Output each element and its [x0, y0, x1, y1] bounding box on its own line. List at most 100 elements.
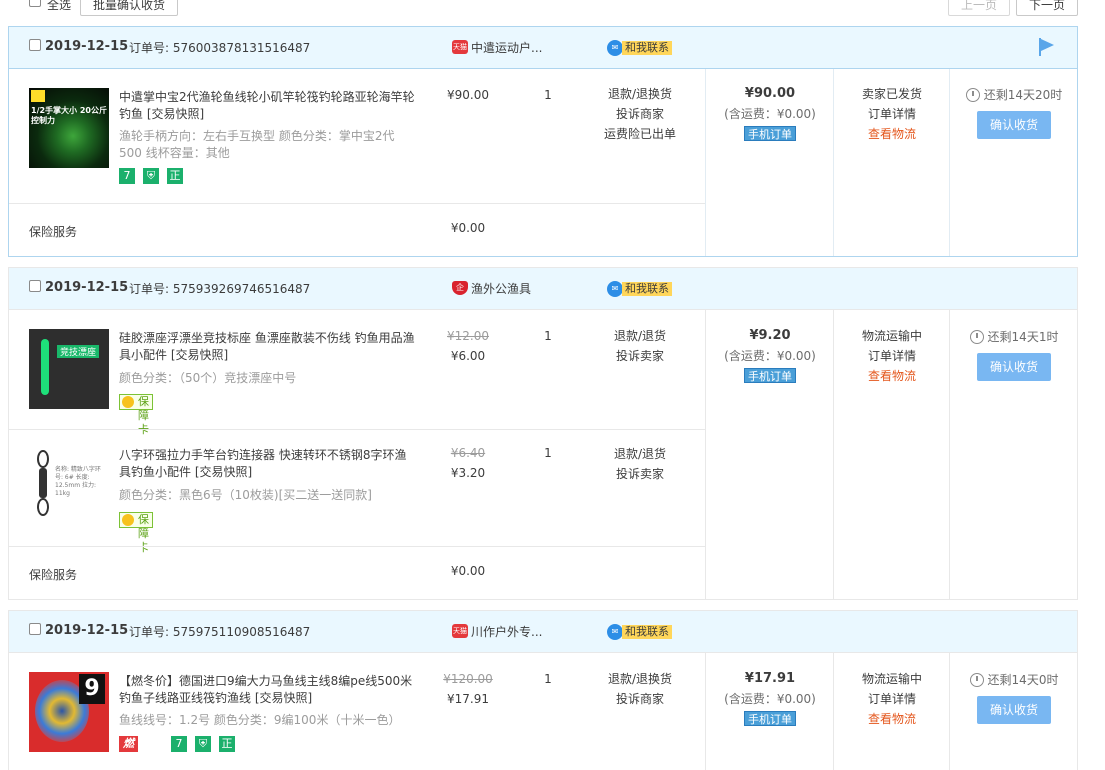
status-text: 物流运输中	[861, 672, 922, 686]
winter-promo-badge[interactable]: 燃冬季	[119, 736, 138, 770]
order-actions: 还剩14天1时 确认收货	[950, 329, 1078, 381]
guarantee-icon	[122, 396, 134, 408]
insurance-price: ¥0.00	[450, 221, 486, 235]
batch-confirm-button[interactable]: 批量确认收货	[80, 0, 179, 16]
complain-link[interactable]: 投诉卖家	[585, 346, 695, 366]
refund-link[interactable]: 退款/退货	[585, 444, 695, 464]
total-amount: ¥17.91	[744, 671, 796, 686]
insurance-service-label: 保险服务	[29, 225, 78, 239]
remaining-time: 还剩14天1时	[950, 329, 1078, 345]
order-header: 2019-12-15 订单号: 576003878131516487 天猫 中遣…	[9, 27, 1077, 69]
view-logistics-link[interactable]: 查看物流	[834, 709, 950, 729]
quantity: 1	[544, 88, 552, 102]
top-toolbar: 全选 批量确认收货 上一页 下一页	[0, 0, 1105, 16]
product-title-link[interactable]: 【燃冬价】德国进口9编大力马鱼线主线8编pe线500米钓鱼子线路亚线筏钓渔线 […	[119, 673, 417, 707]
view-logistics-link[interactable]: 查看物流	[834, 124, 950, 144]
product-title-link[interactable]: 硅胶漂座浮漂坐竞技标座 鱼漂座散装不伤线 钓鱼用品渔具小配件 [交易快照]	[119, 330, 417, 364]
guarantee-icon[interactable]: ⛨	[195, 736, 211, 752]
mobile-order-badge: 手机订单	[744, 126, 796, 141]
guarantee-icon[interactable]: ⛨	[143, 168, 159, 184]
status-text: 物流运输中	[861, 329, 922, 343]
flag-icon[interactable]	[1039, 38, 1055, 56]
order-detail-link[interactable]: 订单详情	[834, 346, 950, 366]
product-attributes: 渔轮手柄方向：左右手互换型 颜色分类：掌中宝2代500 线杯容量：其他	[119, 129, 395, 160]
order-header: 2019-12-15 订单号: 575975110908516487 天猫 川作…	[9, 611, 1077, 653]
confirm-receipt-button[interactable]: 确认收货	[977, 111, 1051, 139]
clock-icon	[969, 673, 984, 687]
quantity: 1	[544, 672, 552, 686]
complain-link[interactable]: 投诉卖家	[585, 464, 695, 484]
order-checkbox[interactable]	[29, 39, 41, 51]
shipping-fee: (含运费：¥0.00)	[724, 692, 816, 706]
product-thumbnail[interactable]: 竞技漂座	[29, 329, 109, 409]
tmall-icon: 天猫	[452, 40, 468, 54]
divider	[9, 546, 705, 547]
unit-price: ¥17.91	[447, 692, 489, 706]
product-attributes: 鱼线线号：1.2号 颜色分类：9编100米（十米一色）	[119, 713, 401, 727]
select-all-checkbox[interactable]	[29, 0, 41, 7]
order-status: 物流运输中 订单详情 查看物流	[834, 326, 950, 386]
shop-name-link[interactable]: 川作户外专...	[471, 623, 542, 640]
guarantee-card-badge[interactable]: 保障卡	[119, 394, 153, 436]
view-logistics-link[interactable]: 查看物流	[834, 366, 950, 386]
seven-day-return-icon[interactable]: 7	[171, 736, 187, 752]
item-operations: 退款/退货 投诉卖家	[585, 444, 695, 484]
select-all-label[interactable]: 全选	[47, 0, 71, 13]
refund-link[interactable]: 退款/退换货	[585, 84, 695, 104]
mobile-order-badge: 手机订单	[744, 711, 796, 726]
order-number: 订单号: 575975110908516487	[129, 625, 311, 639]
insurance-price: ¥0.00	[450, 564, 486, 578]
unit-price: ¥3.20	[450, 466, 486, 480]
order-detail-link[interactable]: 订单详情	[834, 689, 950, 709]
order-date: 2019-12-15	[45, 39, 129, 54]
quantity: 1	[544, 329, 552, 343]
unit-price: ¥6.00	[450, 349, 486, 363]
order-date: 2019-12-15	[45, 623, 129, 638]
genuine-icon[interactable]: 正	[167, 168, 183, 184]
order-number: 订单号: 576003878131516487	[129, 41, 311, 55]
order-date: 2019-12-15	[45, 280, 129, 295]
original-price: ¥120.00	[443, 672, 493, 686]
contact-label: 和我联系	[622, 625, 672, 639]
guarantee-card-badge[interactable]: 保障卡	[119, 512, 153, 554]
refund-link[interactable]: 退款/退换货	[585, 669, 695, 689]
refund-link[interactable]: 退款/退货	[585, 326, 695, 346]
shop-name-link[interactable]: 渔外公渔具	[471, 280, 531, 297]
product-attributes: 颜色分类：黑色6号（10枚装)[买二送一送同款]	[119, 488, 372, 502]
mobile-order-badge: 手机订单	[744, 368, 796, 383]
order-checkbox[interactable]	[29, 623, 41, 635]
order-status: 卖家已发货 订单详情 查看物流	[834, 84, 950, 144]
product-thumbnail[interactable]: 9	[29, 672, 109, 752]
order-header: 2019-12-15 订单号: 575939269746516487 企 渔外公…	[9, 268, 1077, 310]
original-price: ¥6.40	[450, 446, 486, 460]
confirm-receipt-button[interactable]: 确认收货	[977, 696, 1051, 724]
seven-day-return-icon[interactable]: 7	[119, 168, 135, 184]
quantity: 1	[544, 446, 552, 460]
shop-name-link[interactable]: 中遣运动户...	[471, 39, 542, 56]
freight-insurance-link[interactable]: 运费险已出单	[585, 124, 695, 144]
contact-label: 和我联系	[622, 41, 672, 55]
product-thumbnail[interactable]: 1/2手掌大小 20公斤控制力	[29, 88, 109, 168]
remaining-time: 还剩14天0时	[950, 672, 1078, 688]
order-number: 订单号: 575939269746516487	[129, 282, 311, 296]
clock-icon	[969, 330, 984, 344]
product-thumbnail[interactable]: 名称: 精致八字环 号: 6# 长度: 12.5mm 拉力: 11kg	[29, 446, 109, 526]
item-operations: 退款/退货 投诉卖家	[585, 326, 695, 366]
unit-price: ¥90.00	[447, 88, 489, 102]
complain-link[interactable]: 投诉商家	[585, 104, 695, 124]
original-price: ¥12.00	[447, 329, 489, 343]
genuine-icon[interactable]: 正	[219, 736, 235, 752]
order-status: 物流运输中 订单详情 查看物流	[834, 669, 950, 729]
prev-page-button[interactable]: 上一页	[948, 0, 1010, 16]
order-total: ¥9.20 (含运费：¥0.00) 手机订单	[706, 326, 834, 383]
product-title-link[interactable]: 中遣掌中宝2代渔轮鱼线轮小矶竿轮筏钓轮路亚轮海竿轮钓鱼 [交易快照]	[119, 89, 417, 123]
item-operations: 退款/退换货 投诉商家 运费险已出单	[585, 84, 695, 144]
shipping-fee: (含运费：¥0.00)	[724, 349, 816, 363]
complain-link[interactable]: 投诉商家	[585, 689, 695, 709]
next-page-button[interactable]: 下一页	[1016, 0, 1078, 16]
confirm-receipt-button[interactable]: 确认收货	[977, 353, 1051, 381]
guarantee-icon	[122, 514, 134, 526]
product-title-link[interactable]: 八字环强拉力手竿台钓连接器 快速转环不锈钢8字环渔具钓鱼小配件 [交易快照]	[119, 447, 417, 481]
order-checkbox[interactable]	[29, 280, 41, 292]
order-detail-link[interactable]: 订单详情	[834, 104, 950, 124]
